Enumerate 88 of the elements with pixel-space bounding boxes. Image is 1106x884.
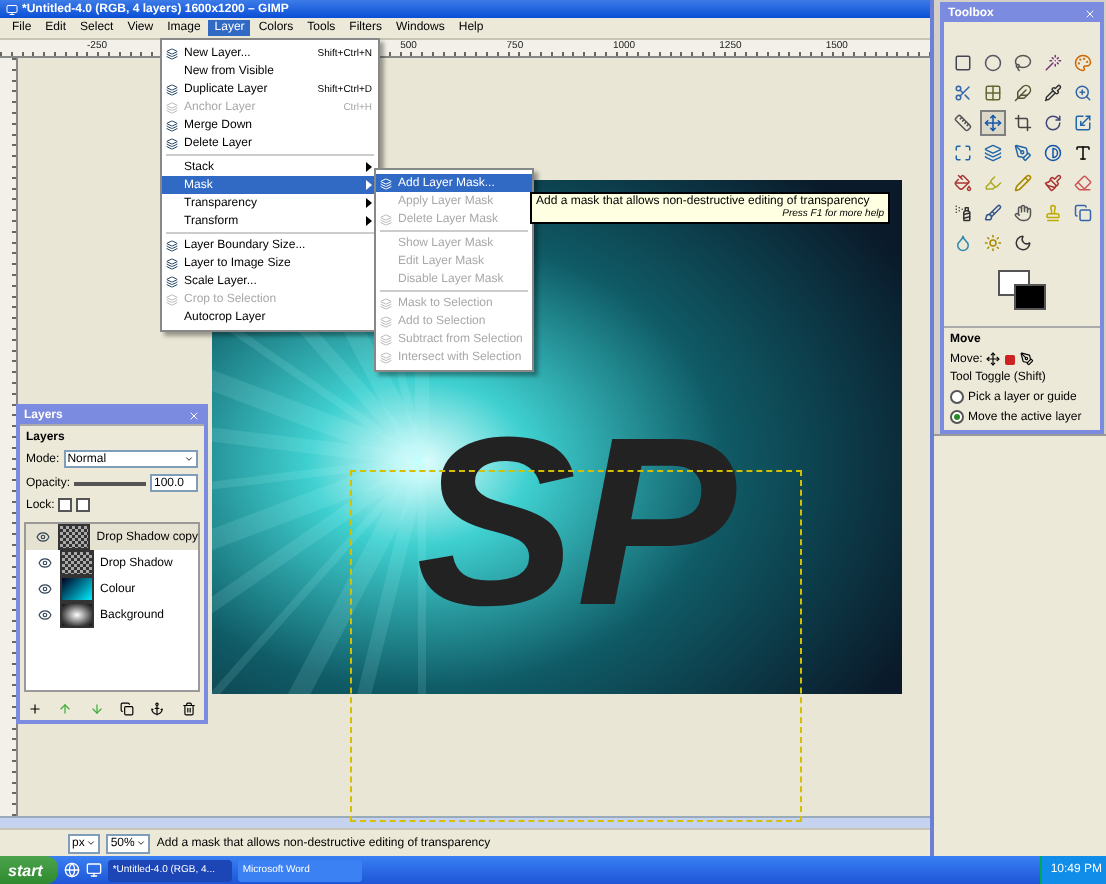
tool-button[interactable] bbox=[1069, 200, 1095, 226]
maximize-icon bbox=[953, 144, 971, 162]
rotate-icon bbox=[1043, 114, 1061, 132]
pen-icon bbox=[1013, 144, 1031, 162]
eye-icon[interactable] bbox=[36, 530, 51, 544]
tool-button[interactable] bbox=[979, 50, 1005, 76]
anchor-icon[interactable] bbox=[150, 701, 165, 715]
trash-icon[interactable] bbox=[181, 701, 196, 715]
layer-icon bbox=[380, 177, 392, 189]
eye-icon[interactable] bbox=[37, 582, 51, 596]
tool-button[interactable] bbox=[1039, 170, 1065, 196]
paintbrush-icon bbox=[1043, 174, 1061, 192]
stamp-icon bbox=[1043, 204, 1061, 222]
chevron-down-icon bbox=[184, 454, 194, 464]
layer-icon bbox=[166, 257, 178, 269]
highlighter-icon bbox=[983, 174, 1001, 192]
plus-icon[interactable] bbox=[28, 701, 43, 715]
pipette-icon bbox=[1043, 84, 1061, 102]
layer-icon bbox=[166, 275, 178, 287]
scale-icon bbox=[1073, 114, 1091, 132]
tool-button[interactable] bbox=[1009, 140, 1035, 166]
close-icon[interactable] bbox=[188, 410, 200, 422]
wand-icon bbox=[1043, 54, 1061, 72]
layer-icon bbox=[380, 213, 392, 225]
layer-icon bbox=[380, 333, 392, 345]
lasso-icon bbox=[1013, 54, 1031, 72]
layer-icon bbox=[380, 315, 392, 327]
pencil-icon bbox=[1013, 174, 1031, 192]
tool-button[interactable] bbox=[979, 140, 1005, 166]
square-icon bbox=[953, 54, 971, 72]
square-icon[interactable] bbox=[1004, 353, 1017, 365]
copy-icon[interactable] bbox=[120, 701, 135, 715]
tool-button[interactable] bbox=[1009, 110, 1035, 136]
copy-icon bbox=[1073, 204, 1091, 222]
move-icon bbox=[983, 114, 1001, 132]
layer-icon bbox=[166, 239, 178, 251]
eye-icon[interactable] bbox=[37, 608, 51, 622]
scissors-icon bbox=[953, 84, 971, 102]
moon-icon bbox=[1013, 234, 1031, 252]
tool-button[interactable] bbox=[949, 110, 975, 136]
ruler-icon bbox=[953, 114, 971, 132]
move-icon[interactable] bbox=[986, 352, 1001, 366]
droplet-icon bbox=[953, 234, 971, 252]
tool-button[interactable] bbox=[949, 170, 975, 196]
start-button[interactable]: start bbox=[0, 856, 59, 884]
layer-icon bbox=[380, 351, 392, 363]
tool-button[interactable] bbox=[979, 110, 1005, 136]
text-tool-icon bbox=[1073, 144, 1091, 162]
feather-icon bbox=[1013, 84, 1031, 102]
circle-icon bbox=[983, 54, 1001, 72]
color-swatches[interactable] bbox=[998, 270, 1046, 310]
globe-icon[interactable] bbox=[64, 862, 81, 878]
tool-button[interactable] bbox=[1009, 50, 1035, 76]
tool-button[interactable] bbox=[949, 80, 975, 106]
layer-icon bbox=[380, 297, 392, 309]
lock-checkbox[interactable] bbox=[58, 498, 73, 512]
sun-icon bbox=[983, 234, 1001, 252]
layer-icon bbox=[166, 101, 178, 113]
layer-icon bbox=[166, 137, 178, 149]
crop-icon bbox=[1013, 114, 1031, 132]
app-icon bbox=[6, 3, 18, 15]
chevron-down-icon bbox=[136, 838, 147, 848]
layer-icon bbox=[166, 83, 178, 95]
chevron-down-icon bbox=[86, 838, 97, 848]
pen-icon[interactable] bbox=[1020, 352, 1035, 366]
eye-icon[interactable] bbox=[37, 556, 51, 570]
grid-icon bbox=[983, 84, 1001, 102]
zoom-icon bbox=[1073, 84, 1091, 102]
eraser-icon bbox=[1073, 174, 1091, 192]
palette-icon bbox=[1073, 54, 1091, 72]
contrast-icon bbox=[1043, 144, 1061, 162]
tool-button[interactable] bbox=[1009, 200, 1035, 226]
radio-button[interactable] bbox=[950, 410, 964, 424]
bucket-icon bbox=[953, 174, 971, 192]
tool-button[interactable] bbox=[1039, 140, 1065, 166]
tool-button[interactable] bbox=[979, 200, 1005, 226]
layer-icon bbox=[166, 119, 178, 131]
lock-checkbox[interactable] bbox=[76, 498, 91, 512]
hand-icon bbox=[1013, 204, 1031, 222]
layer-icon bbox=[166, 47, 178, 59]
tool-button[interactable] bbox=[1009, 80, 1035, 106]
layers-icon bbox=[983, 144, 1001, 162]
close-icon[interactable] bbox=[1084, 8, 1096, 20]
horizontal-scrollbar[interactable] bbox=[0, 816, 930, 828]
brush-icon bbox=[983, 204, 1001, 222]
monitor-icon[interactable] bbox=[86, 862, 103, 878]
radio-button[interactable] bbox=[950, 390, 964, 404]
layer-icon bbox=[166, 293, 178, 305]
